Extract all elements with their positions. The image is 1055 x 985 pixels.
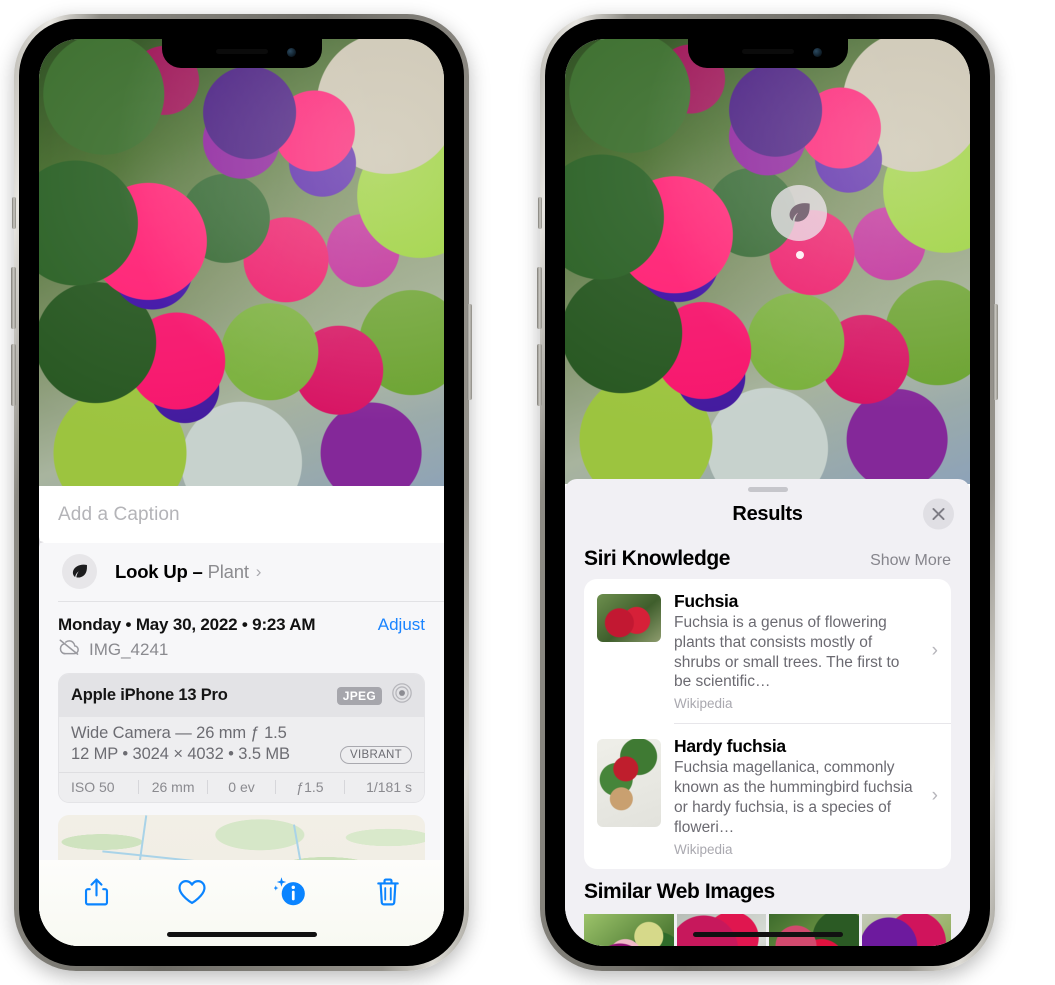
knowledge-description: Fuchsia is a genus of flowering plants t… — [674, 614, 900, 691]
similar-web-images-strip[interactable] — [565, 913, 970, 946]
knowledge-title: Hardy fuchsia — [674, 736, 786, 757]
camera-specs-row: 12 MP • 3024 × 4032 • 3.5 MB VIBRANT — [71, 745, 412, 764]
knowledge-thumbnail — [597, 739, 661, 828]
exif-shutter: 1/181 s — [366, 779, 413, 795]
close-icon[interactable] — [923, 498, 954, 530]
power-button[interactable] — [467, 304, 472, 400]
camera-header: Apple iPhone 13 Pro JPEG — [59, 674, 424, 717]
visual-look-up-screen: Results Siri Knowledge Show More Fuchsia… — [565, 39, 970, 946]
device-notch — [161, 39, 322, 68]
web-image-thumbnail[interactable] — [861, 913, 951, 946]
mute-switch[interactable] — [538, 197, 542, 229]
iphone-left-device: Add a Caption Look Up – Plant › Monday •… — [11, 14, 472, 971]
web-image-thumbnail[interactable] — [584, 913, 674, 946]
chevron-right-icon: › — [931, 640, 938, 662]
camera-specs: 12 MP • 3024 × 4032 • 3.5 MB — [71, 745, 290, 763]
camera-lens-block: Wide Camera — 26 mm ƒ 1.5 12 MP • 3024 ×… — [59, 717, 424, 772]
visual-look-up-leaf-badge[interactable] — [771, 185, 827, 241]
photo-datetime: Monday • May 30, 2022 • 9:23 AM — [58, 615, 316, 634]
knowledge-row-fuchsia[interactable]: Fuchsia Fuchsia is a genus of flowering … — [584, 579, 951, 723]
look-up-subject: Plant — [207, 560, 249, 582]
chevron-right-icon: › — [255, 561, 262, 581]
earpiece-speaker — [215, 49, 268, 54]
power-button[interactable] — [993, 304, 998, 400]
leaf-icon — [62, 554, 97, 589]
knowledge-thumbnail — [597, 594, 661, 642]
knowledge-body: Fuchsia Fuchsia is a genus of flowering … — [674, 591, 939, 711]
volume-down-button[interactable] — [537, 344, 542, 406]
camera-info-card: Apple iPhone 13 Pro JPEG Wide Camera — 2… — [58, 673, 425, 803]
photos-detail-screen: Add a Caption Look Up – Plant › Monday •… — [39, 39, 444, 946]
volume-up-button[interactable] — [537, 267, 542, 329]
aperture-icon — [391, 682, 413, 709]
volume-up-button[interactable] — [11, 267, 16, 329]
similar-web-images-header: Similar Web Images — [565, 869, 970, 908]
home-indicator[interactable] — [166, 932, 317, 937]
similar-web-images-title: Similar Web Images — [584, 879, 775, 903]
knowledge-body: Hardy fuchsia Fuchsia magellanica, commo… — [674, 736, 939, 856]
look-up-row[interactable]: Look Up – Plant › — [39, 537, 444, 601]
show-more-button[interactable]: Show More — [870, 552, 951, 570]
exif-aperture: ƒ1.5 — [296, 779, 324, 795]
volume-down-button[interactable] — [11, 344, 16, 406]
look-up-label: Look Up – Plant — [115, 561, 249, 583]
mute-switch[interactable] — [12, 197, 16, 229]
info-sheet-body: Look Up – Plant › Monday • May 30, 2022 … — [39, 537, 444, 905]
iphone-right-device: Results Siri Knowledge Show More Fuchsia… — [537, 14, 998, 971]
caption-input[interactable]: Add a Caption — [58, 504, 180, 526]
look-up-dash: – — [192, 560, 203, 582]
camera-model: Apple iPhone 13 Pro — [71, 686, 228, 704]
knowledge-source: Wikipedia — [674, 696, 733, 712]
web-image-thumbnail[interactable] — [769, 913, 859, 946]
device-bezel: Results Siri Knowledge Show More Fuchsia… — [545, 19, 990, 966]
sparkles-icon — [39, 536, 52, 558]
front-camera — [812, 48, 822, 57]
exif-row: ISO 50 26 mm 0 ev ƒ1.5 1/181 s — [59, 772, 424, 802]
icloud-slash-icon — [58, 639, 80, 660]
camera-lens: Wide Camera — 26 mm ƒ 1.5 — [71, 724, 287, 742]
caption-field-row[interactable]: Add a Caption — [39, 486, 444, 543]
exif-iso: ISO 50 — [71, 779, 115, 795]
filename-row: IMG_4241 — [39, 635, 444, 673]
knowledge-title: Fuchsia — [674, 591, 739, 611]
results-sheet: Results Siri Knowledge Show More Fuchsia… — [565, 479, 970, 946]
date-time-row: Monday • May 30, 2022 • 9:23 AM Adjust — [39, 602, 444, 635]
results-title: Results — [732, 502, 803, 525]
exif-ev: 0 ev — [228, 779, 255, 795]
chevron-right-icon: › — [931, 785, 938, 807]
siri-knowledge-header: Siri Knowledge Show More — [565, 536, 970, 579]
adjust-date-button[interactable]: Adjust — [378, 615, 425, 635]
device-notch — [687, 39, 848, 68]
visual-look-up-anchor-dot — [796, 251, 804, 259]
home-indicator[interactable] — [692, 932, 843, 937]
device-bezel: Add a Caption Look Up – Plant › Monday •… — [19, 19, 464, 966]
format-badge: JPEG — [336, 686, 382, 705]
favorite-button[interactable] — [177, 878, 207, 906]
photo-image-fuchsia[interactable] — [565, 39, 970, 484]
siri-knowledge-title: Siri Knowledge — [584, 547, 731, 570]
delete-button[interactable] — [375, 877, 401, 907]
camera-header-badges: JPEG — [336, 682, 413, 709]
look-up-title: Look Up — [115, 560, 188, 582]
share-button[interactable] — [83, 877, 110, 907]
results-header: Results — [565, 492, 970, 536]
photo-filename: IMG_4241 — [89, 639, 169, 659]
exif-focal: 26 mm — [151, 779, 195, 795]
siri-knowledge-card: Fuchsia Fuchsia is a genus of flowering … — [584, 579, 951, 869]
photo-image-fuchsia[interactable] — [39, 39, 444, 499]
earpiece-speaker — [741, 49, 794, 54]
info-button[interactable] — [273, 876, 308, 908]
web-image-thumbnail[interactable] — [676, 913, 766, 946]
front-camera — [286, 48, 296, 57]
photographic-style-badge: VIBRANT — [340, 745, 412, 764]
knowledge-source: Wikipedia — [674, 841, 733, 857]
knowledge-description: Fuchsia magellanica, commonly known as t… — [674, 759, 913, 836]
knowledge-row-hardy-fuchsia[interactable]: Hardy fuchsia Fuchsia magellanica, commo… — [584, 724, 951, 868]
